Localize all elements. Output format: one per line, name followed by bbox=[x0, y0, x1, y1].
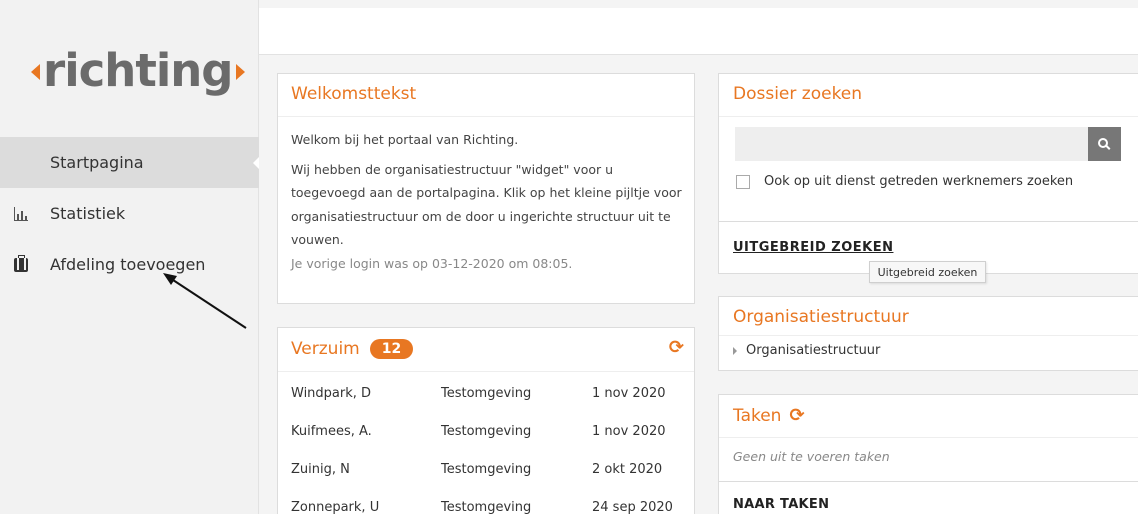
divider bbox=[719, 221, 1138, 222]
date: 1 nov 2020 bbox=[592, 386, 666, 401]
table-row[interactable]: Zonnepark, U Testomgeving 24 sep 2020 bbox=[278, 500, 696, 514]
date: 2 okt 2020 bbox=[592, 462, 663, 477]
tasks-title: Taken bbox=[733, 405, 782, 426]
panel-title: Organisatiestructuur bbox=[733, 307, 909, 327]
sidebar-item-label: Statistiek bbox=[50, 204, 126, 223]
divider bbox=[719, 116, 1138, 117]
logo-text: richting bbox=[43, 44, 234, 97]
panel-title: Verzuim 12 bbox=[291, 339, 414, 359]
employee-name: Zuinig, N bbox=[291, 462, 350, 477]
org-structure-panel: Organisatiestructuur Organisatiestructuu… bbox=[718, 296, 1138, 371]
logo-left-arrow-icon bbox=[31, 64, 40, 80]
richting-logo[interactable]: richting bbox=[31, 44, 245, 98]
dossier-search-panel: Dossier zoeken Ook op uit dienst getrede… bbox=[718, 73, 1138, 274]
search-box bbox=[735, 127, 1121, 161]
go-to-tasks-link[interactable]: NAAR TAKEN bbox=[733, 497, 829, 512]
employee-name: Windpark, D bbox=[291, 386, 372, 401]
search-icon bbox=[1098, 137, 1108, 148]
advanced-search-link[interactable]: UITGEBREID ZOEKEN bbox=[733, 240, 893, 255]
environment: Testomgeving bbox=[441, 424, 532, 439]
last-login-text: Je vorige login was op 03-12-2020 om 08:… bbox=[291, 255, 573, 271]
empty-tasks-text: Geen uit te voeren taken bbox=[733, 449, 890, 464]
divider bbox=[278, 371, 694, 372]
top-bar bbox=[259, 0, 1138, 55]
expand-arrow-icon[interactable] bbox=[733, 346, 737, 355]
panel-title: Welkomsttekst bbox=[291, 84, 417, 104]
divider bbox=[719, 481, 1138, 482]
checkbox-label: Ook op uit dienst getreden werknemers zo… bbox=[764, 174, 1074, 189]
environment: Testomgeving bbox=[441, 462, 532, 477]
divider bbox=[719, 437, 1138, 438]
employee-name: Zonnepark, U bbox=[291, 500, 380, 514]
annotation-arrow-icon bbox=[163, 273, 247, 329]
tasks-panel: Taken ⟳ Geen uit te voeren taken NAAR TA… bbox=[718, 394, 1138, 514]
logo-right-arrow-icon bbox=[235, 64, 245, 80]
former-employees-option[interactable]: Ook op uit dienst getreden werknemers zo… bbox=[736, 174, 1073, 189]
briefcase-icon bbox=[14, 254, 28, 272]
verzuim-title: Verzuim bbox=[291, 339, 360, 359]
table-row[interactable]: Windpark, D Testomgeving 1 nov 2020 bbox=[278, 386, 696, 424]
date: 24 sep 2020 bbox=[592, 500, 673, 514]
sidebar: richting Startpagina Statistiek Afdeling… bbox=[0, 0, 260, 514]
welcome-text: Welkom bij het portaal van Richting. Wij… bbox=[291, 128, 686, 275]
divider bbox=[719, 335, 1138, 336]
search-button[interactable] bbox=[1088, 127, 1121, 161]
date: 1 nov 2020 bbox=[592, 424, 666, 439]
search-input[interactable] bbox=[735, 127, 1088, 161]
refresh-icon[interactable]: ⟳ bbox=[789, 405, 804, 426]
welcome-line: Welkom bij het portaal van Richting. bbox=[291, 132, 519, 147]
welcome-paragraph: Wij hebben de organisatiestructuur "widg… bbox=[291, 161, 682, 248]
panel-title: Taken ⟳ bbox=[733, 405, 805, 426]
divider bbox=[278, 116, 694, 117]
org-tree-label: Organisatiestructuur bbox=[746, 343, 881, 358]
panel-title: Dossier zoeken bbox=[733, 84, 863, 104]
welcome-panel: Welkomsttekst Welkom bij het portaal van… bbox=[277, 73, 695, 304]
environment: Testomgeving bbox=[441, 386, 532, 401]
former-employees-checkbox[interactable] bbox=[736, 174, 750, 189]
environment: Testomgeving bbox=[441, 500, 532, 514]
employee-name: Kuifmees, A. bbox=[291, 424, 372, 439]
advanced-search-tooltip: Uitgebreid zoeken bbox=[869, 261, 986, 283]
verzuim-panel: Verzuim 12 ⟳ Windpark, D Testomgeving 1 … bbox=[277, 327, 695, 514]
table-row[interactable]: Zuinig, N Testomgeving 2 okt 2020 bbox=[278, 462, 696, 500]
bar-chart-icon bbox=[14, 206, 28, 221]
refresh-icon[interactable]: ⟳ bbox=[669, 337, 684, 358]
org-tree-item[interactable]: Organisatiestructuur bbox=[733, 343, 880, 358]
sidebar-item-statistiek[interactable]: Statistiek bbox=[0, 188, 259, 239]
table-row[interactable]: Kuifmees, A. Testomgeving 1 nov 2020 bbox=[278, 424, 696, 462]
sidebar-item-label: Startpagina bbox=[50, 153, 144, 172]
sidebar-item-startpagina[interactable]: Startpagina bbox=[0, 137, 260, 188]
count-badge: 12 bbox=[369, 339, 414, 359]
